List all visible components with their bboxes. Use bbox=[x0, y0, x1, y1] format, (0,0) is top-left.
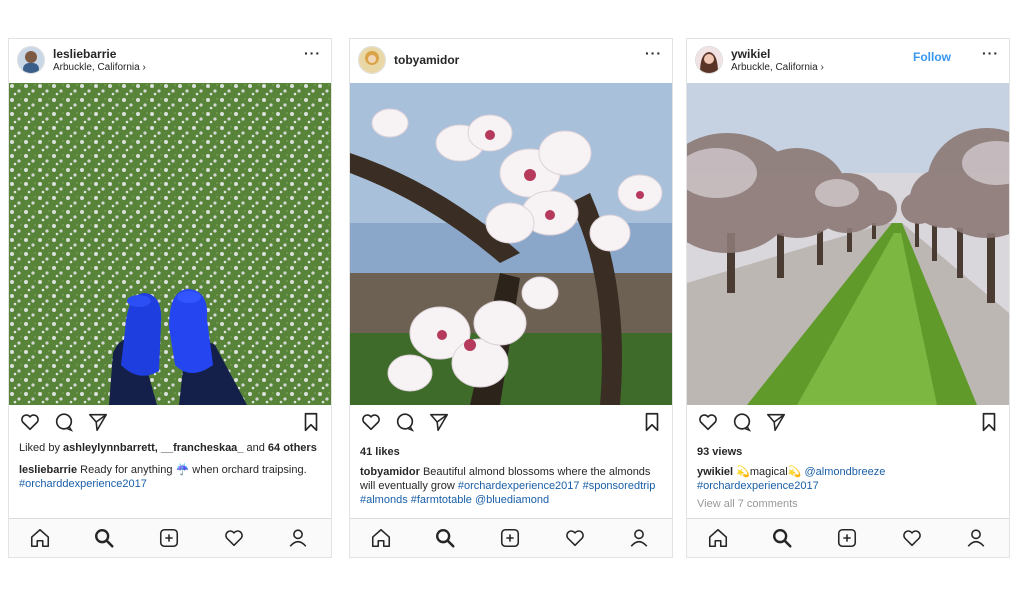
likes-count[interactable]: 41 likes bbox=[360, 445, 660, 459]
heart-icon[interactable] bbox=[697, 411, 721, 435]
bookmark-icon[interactable] bbox=[642, 411, 666, 435]
profile-icon[interactable] bbox=[628, 527, 652, 549]
search-icon[interactable] bbox=[434, 527, 458, 549]
search-icon[interactable] bbox=[771, 527, 795, 549]
post-actions bbox=[687, 411, 1009, 439]
bottom-nav bbox=[350, 518, 672, 557]
bookmark-icon[interactable] bbox=[979, 411, 1003, 435]
view-comments-link[interactable]: View all 7 comments bbox=[697, 497, 997, 511]
comment-icon[interactable] bbox=[394, 411, 418, 435]
caption-username[interactable]: tobyamidor bbox=[360, 466, 420, 478]
activity-heart-icon[interactable] bbox=[564, 527, 588, 549]
post-header: lesliebarrie Arbuckle, California › ··· bbox=[9, 39, 331, 83]
location-link[interactable]: Arbuckle, California › bbox=[53, 62, 146, 73]
post-meta: 41 likes tobyamidor Beautiful almond blo… bbox=[360, 445, 660, 507]
profile-icon[interactable] bbox=[287, 527, 311, 549]
home-icon[interactable] bbox=[707, 527, 731, 549]
post-actions bbox=[9, 411, 331, 439]
bottom-nav bbox=[9, 518, 331, 557]
bottom-nav bbox=[687, 518, 1009, 557]
hashtag-link[interactable]: #orchardexperience2017 bbox=[697, 479, 997, 493]
post-actions bbox=[350, 411, 672, 439]
add-post-icon[interactable] bbox=[499, 527, 523, 549]
hashtag-link[interactable]: #orcharddexperience2017 bbox=[19, 478, 147, 490]
post-tobyamidor: tobyamidor ··· 41 likes tobyamidor Beaut… bbox=[349, 38, 673, 558]
likes-prefix: Liked by bbox=[19, 442, 60, 454]
share-icon[interactable] bbox=[428, 411, 452, 435]
mention-link[interactable]: @almondbreeze bbox=[805, 466, 886, 478]
post-header: tobyamidor ··· bbox=[350, 39, 672, 83]
post-header: ywikiel Arbuckle, California › Follow ··… bbox=[687, 39, 1009, 83]
post-meta: 93 views ywikiel 💫magical💫 @almondbreeze… bbox=[697, 445, 997, 511]
avatar[interactable] bbox=[695, 46, 723, 74]
heart-icon[interactable] bbox=[360, 411, 384, 435]
comment-icon[interactable] bbox=[53, 411, 77, 435]
caption-text: Ready for anything ☔ when orchard traips… bbox=[80, 464, 307, 476]
home-icon[interactable] bbox=[370, 527, 394, 549]
location-link[interactable]: Arbuckle, California › bbox=[731, 62, 824, 73]
likers[interactable]: ashleylynnbarrett, __francheskaa_ bbox=[63, 442, 243, 454]
post-photo-blue-boots[interactable] bbox=[9, 83, 331, 405]
share-icon[interactable] bbox=[765, 411, 789, 435]
views-count[interactable]: 93 views bbox=[697, 445, 997, 459]
comment-icon[interactable] bbox=[731, 411, 755, 435]
username[interactable]: ywikiel bbox=[731, 47, 770, 61]
username[interactable]: lesliebarrie bbox=[53, 47, 116, 61]
post-meta: Liked by ashleylynnbarrett, __francheska… bbox=[19, 441, 319, 491]
add-post-icon[interactable] bbox=[158, 527, 182, 549]
share-icon[interactable] bbox=[87, 411, 111, 435]
caption-username[interactable]: lesliebarrie bbox=[19, 464, 77, 476]
avatar[interactable] bbox=[17, 46, 45, 74]
more-options-button[interactable]: ··· bbox=[645, 45, 662, 61]
activity-heart-icon[interactable] bbox=[223, 527, 247, 549]
post-photo-orchard-rows[interactable] bbox=[687, 83, 1009, 405]
activity-heart-icon[interactable] bbox=[901, 527, 925, 549]
more-options-button[interactable]: ··· bbox=[304, 45, 321, 61]
post-lesliebarrie: lesliebarrie Arbuckle, California › ··· bbox=[8, 38, 332, 558]
avatar[interactable] bbox=[358, 46, 386, 74]
caption-username[interactable]: ywikiel bbox=[697, 466, 733, 478]
post-ywikiel: ywikiel Arbuckle, California › Follow ··… bbox=[686, 38, 1010, 558]
follow-button[interactable]: Follow bbox=[913, 50, 951, 64]
search-icon[interactable] bbox=[93, 527, 117, 549]
post-photo-almond-blossoms[interactable] bbox=[350, 83, 672, 405]
caption-text: 💫magical💫 bbox=[736, 466, 802, 478]
username[interactable]: tobyamidor bbox=[394, 53, 459, 67]
heart-icon[interactable] bbox=[19, 411, 43, 435]
likes-and: and bbox=[246, 442, 265, 454]
bookmark-icon[interactable] bbox=[301, 411, 325, 435]
likes-count[interactable]: 64 others bbox=[268, 442, 317, 454]
more-options-button[interactable]: ··· bbox=[982, 45, 999, 61]
profile-icon[interactable] bbox=[965, 527, 989, 549]
home-icon[interactable] bbox=[29, 527, 53, 549]
add-post-icon[interactable] bbox=[836, 527, 860, 549]
